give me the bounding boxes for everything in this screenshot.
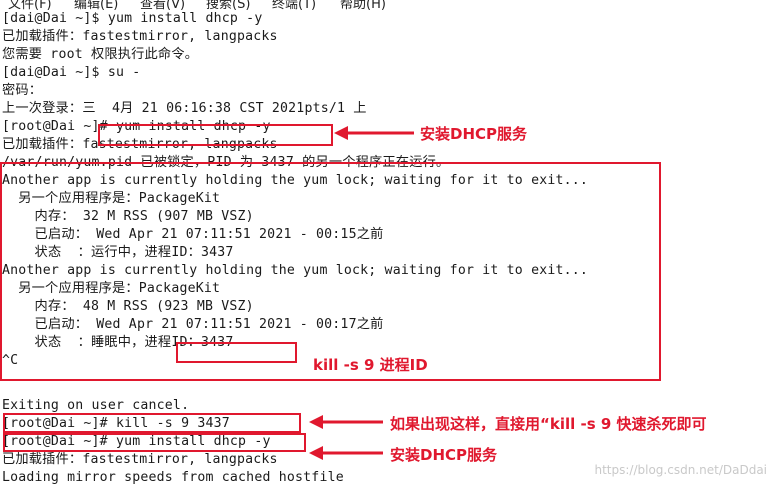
annotation-install-dhcp: 安装DHCP服务 — [420, 125, 528, 143]
arrow-left-icon — [309, 415, 383, 429]
highlight-kill-command — [3, 413, 301, 433]
terminal-line: 上一次登录：三 4月 21 06:16:38 CST 2021pts/1 上 — [2, 101, 367, 116]
arrow-left-icon — [309, 446, 383, 460]
highlight-process-id — [176, 342, 297, 363]
terminal-line: 密码： — [2, 83, 43, 98]
watermark: https://blog.csdn.net/DaDdai — [594, 463, 768, 477]
terminal-line: 已加载插件：fastestmirror, langpacks — [2, 29, 278, 44]
terminal-line: 已加载插件：fastestmirror, langpacks — [2, 452, 278, 467]
annotation-tip: 如果出现这样，直接用“kill -s 9 快速杀死即可 — [390, 415, 707, 433]
highlight-install-again — [3, 433, 306, 452]
terminal-line: 您需要 root 权限执行此命令。 — [2, 47, 199, 62]
highlight-install-command — [98, 124, 333, 146]
terminal-line: [dai@Dai ~]$ su - — [2, 65, 141, 80]
highlight-lock-message — [0, 162, 661, 381]
terminal-line: [dai@Dai ~]$ yum install dhcp -y — [2, 11, 263, 26]
annotation-install-dhcp-2: 安装DHCP服务 — [390, 446, 498, 464]
arrow-left-icon — [334, 126, 414, 140]
terminal-line: Loading mirror speeds from cached hostfi… — [2, 470, 344, 485]
annotation-kill-hint: kill -s 9 进程ID — [313, 356, 428, 374]
